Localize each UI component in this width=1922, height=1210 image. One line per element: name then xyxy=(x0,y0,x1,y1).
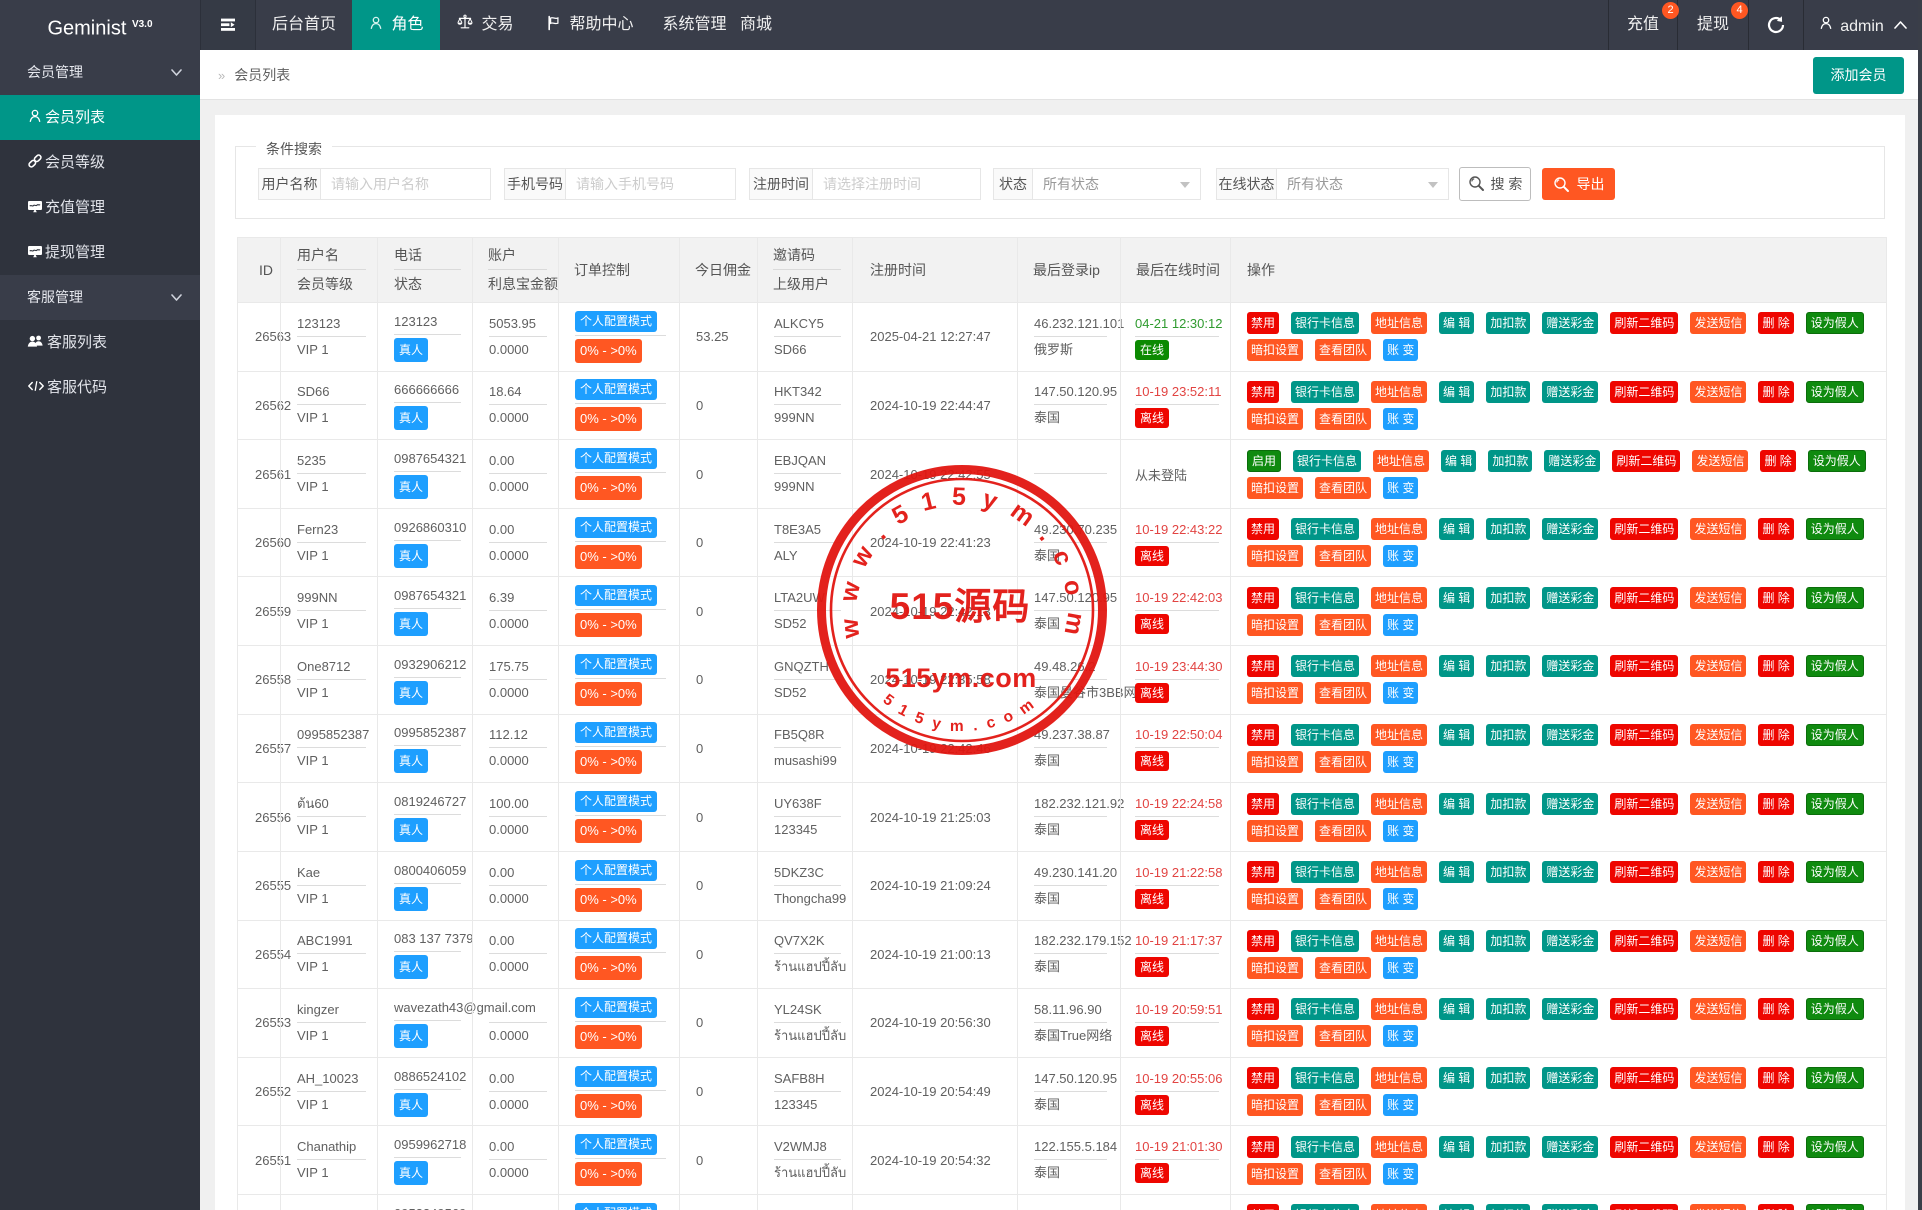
svg-text:515源码: 515源码 xyxy=(890,586,1031,627)
svg-text:515ym.com: 515ym.com xyxy=(885,663,1037,693)
